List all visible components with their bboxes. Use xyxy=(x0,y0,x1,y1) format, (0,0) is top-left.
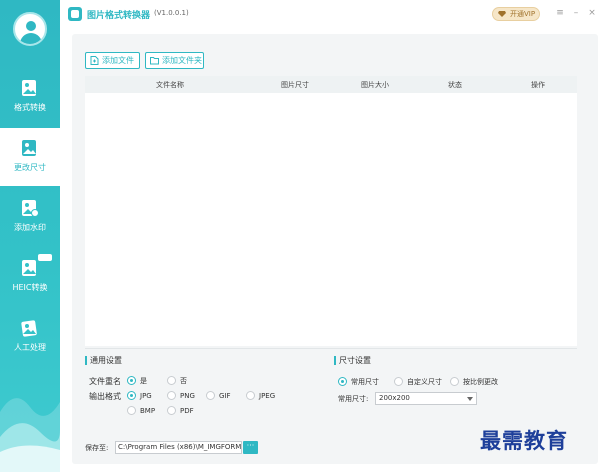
radio-dot xyxy=(127,391,136,400)
sidebar-item-label: HEIC转换 xyxy=(12,283,48,292)
radio-dot xyxy=(450,377,459,386)
image-resize-icon xyxy=(22,140,36,156)
radio-dot xyxy=(206,391,215,400)
format-jpeg-radio[interactable]: JPEG xyxy=(246,391,275,401)
output-format-label: 输出格式 xyxy=(89,392,121,401)
radio-label: GIF xyxy=(219,392,231,400)
main-panel: 添加文件 添加文件夹 文件名称 图片尺寸 图片大小 状态 操作 通用设置 文件重… xyxy=(72,34,598,464)
format-pdf-radio[interactable]: PDF xyxy=(167,406,194,416)
radio-dot xyxy=(167,376,176,385)
sidebar-item-label: 添加水印 xyxy=(14,223,46,232)
sidebar-item-format-convert[interactable]: 格式转换 xyxy=(0,68,60,126)
radio-label: 否 xyxy=(180,377,187,385)
avatar-head xyxy=(26,21,36,31)
radio-label: 是 xyxy=(140,377,147,385)
browse-button[interactable]: ··· xyxy=(243,441,258,454)
save-path-input[interactable]: C:\Program Files (x86)\M_IMGFORMA xyxy=(115,441,242,454)
add-file-label: 添加文件 xyxy=(102,56,134,65)
size-custom-radio[interactable]: 自定义尺寸 xyxy=(394,377,442,387)
vip-button[interactable]: 开通VIP xyxy=(492,7,540,21)
save-to-label: 保存至: xyxy=(85,444,109,452)
sidebar-item-watermark[interactable]: 添加水印 xyxy=(0,188,60,246)
radio-dot xyxy=(246,391,255,400)
sidebar: 格式转换 更改尺寸 添加水印 HEIC转换 人工处理 xyxy=(0,0,60,472)
user-avatar[interactable] xyxy=(13,12,47,46)
radio-label: PDF xyxy=(180,407,194,415)
column-header-dimensions: 图片尺寸 xyxy=(281,81,309,89)
radio-dot xyxy=(127,376,136,385)
column-header-size: 图片大小 xyxy=(361,81,389,89)
general-settings-title: 通用设置 xyxy=(85,355,122,366)
add-folder-button[interactable]: 添加文件夹 xyxy=(145,52,204,69)
rename-label: 文件重名 xyxy=(89,377,121,386)
radio-label: 自定义尺寸 xyxy=(407,378,442,386)
minimize-button[interactable]: – xyxy=(570,6,582,20)
radio-dot xyxy=(394,377,403,386)
close-button[interactable]: × xyxy=(586,6,598,20)
sidebar-item-resize[interactable]: 更改尺寸 xyxy=(0,128,60,186)
size-settings-title: 尺寸设置 xyxy=(334,355,371,366)
radio-label: 按比例更改 xyxy=(463,378,498,386)
sidebar-item-label: 更改尺寸 xyxy=(14,163,46,172)
radio-label: 常用尺寸 xyxy=(351,378,379,386)
table-header: 文件名称 图片尺寸 图片大小 状态 操作 xyxy=(85,76,577,93)
radio-dot xyxy=(338,377,347,386)
common-size-label: 常用尺寸: xyxy=(338,395,369,403)
section-divider xyxy=(85,348,577,349)
title-bar: 图片格式转换器 (V1.0.0.1) 开通VIP ≡ – × xyxy=(60,0,602,28)
radio-label: PNG xyxy=(180,392,195,400)
app-version: (V1.0.0.1) xyxy=(154,9,189,17)
image-convert-icon xyxy=(22,80,36,96)
image-watermark-icon xyxy=(22,200,39,217)
heic-icon xyxy=(22,260,36,276)
format-bmp-radio[interactable]: BMP xyxy=(127,406,155,416)
radio-label: JPG xyxy=(140,392,152,400)
menu-button[interactable]: ≡ xyxy=(554,6,566,20)
radio-label: BMP xyxy=(140,407,156,415)
format-jpg-radio[interactable]: JPG xyxy=(127,391,152,401)
add-folder-icon xyxy=(150,57,159,65)
add-file-button[interactable]: 添加文件 xyxy=(85,52,140,69)
radio-dot xyxy=(127,406,136,415)
diamond-icon xyxy=(498,11,506,17)
size-ratio-radio[interactable]: 按比例更改 xyxy=(450,377,498,387)
radio-label: JPEG xyxy=(259,392,276,400)
vip-label: 开通VIP xyxy=(510,10,536,18)
column-header-name: 文件名称 xyxy=(156,81,184,89)
manual-process-icon xyxy=(21,320,37,337)
format-gif-radio[interactable]: GIF xyxy=(206,391,231,401)
add-folder-label: 添加文件夹 xyxy=(162,56,202,65)
radio-dot xyxy=(167,406,176,415)
add-file-icon xyxy=(90,56,99,65)
app-logo-icon xyxy=(68,7,82,21)
file-table: 文件名称 图片尺寸 图片大小 状态 操作 xyxy=(85,76,577,346)
sidebar-item-heic[interactable]: HEIC转换 xyxy=(0,248,60,306)
common-size-select[interactable]: 200x200 xyxy=(375,392,477,405)
chevron-down-icon xyxy=(467,397,473,401)
common-size-value: 200x200 xyxy=(379,394,410,402)
avatar-body xyxy=(20,33,42,44)
column-header-status: 状态 xyxy=(448,81,462,89)
heic-badge-icon xyxy=(38,254,52,261)
watermark-text: 最需教育 xyxy=(480,428,568,453)
decorative-hills xyxy=(0,398,60,472)
column-header-actions: 操作 xyxy=(531,81,545,89)
app-title: 图片格式转换器 xyxy=(87,11,151,21)
size-common-radio[interactable]: 常用尺寸 xyxy=(338,377,379,387)
rename-no-radio[interactable]: 否 xyxy=(167,376,187,386)
radio-dot xyxy=(167,391,176,400)
format-png-radio[interactable]: PNG xyxy=(167,391,195,401)
rename-yes-radio[interactable]: 是 xyxy=(127,376,147,386)
sidebar-item-label: 格式转换 xyxy=(14,103,46,112)
